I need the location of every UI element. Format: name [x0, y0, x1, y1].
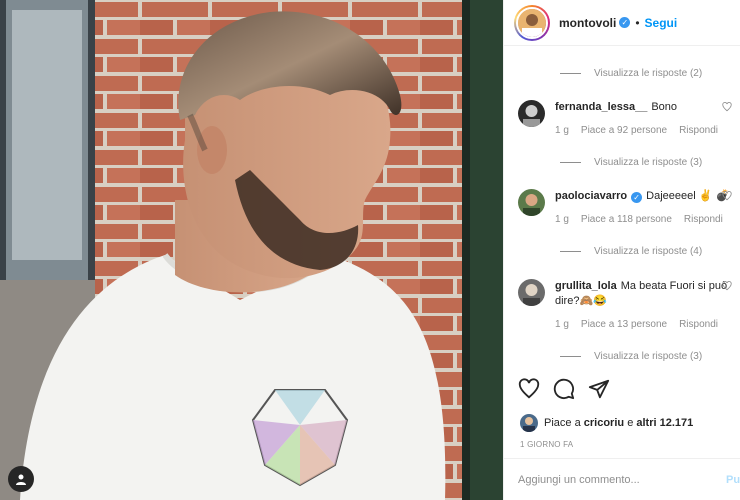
comment-username[interactable]: grullita_lola	[555, 280, 617, 292]
add-comment-bar: Pubblica	[504, 458, 740, 500]
comments-list: Visualizza le risposte (2) fernanda_less…	[504, 46, 740, 368]
comment-username[interactable]: fernanda_lessa__	[555, 101, 647, 113]
author-avatar[interactable]	[514, 4, 550, 41]
liker-avatar[interactable]	[520, 414, 538, 432]
comment-likes[interactable]: Piace a 118 persone	[581, 212, 672, 227]
view-replies-link[interactable]: Visualizza le risposte (3)	[560, 157, 702, 168]
comment-time[interactable]: 1 g	[555, 317, 569, 332]
post-sidebar: montovoli ✓ • Segui Visualizza le rispos…	[503, 0, 740, 500]
comment-icon[interactable]	[553, 378, 575, 400]
comment-input[interactable]	[518, 473, 726, 486]
verified-badge-icon: ✓	[631, 192, 643, 203]
likes-prefix: Piace a	[544, 417, 581, 429]
reply-button[interactable]: Rispondi	[679, 123, 718, 138]
follow-button[interactable]: Segui	[645, 16, 678, 30]
reply-button[interactable]: Rispondi	[679, 317, 718, 332]
comment-item: fernanda_lessa__ Bono 1 g Piace a 92 perso…	[518, 100, 734, 138]
commenter-avatar[interactable]	[518, 100, 545, 127]
post-header: montovoli ✓ • Segui	[504, 0, 740, 46]
view-replies-link[interactable]: Visualizza le risposte (3)	[560, 351, 702, 362]
comment-like-heart-icon[interactable]	[722, 191, 732, 201]
likes-others-count[interactable]: altri 12.171	[636, 417, 693, 429]
post-actions	[518, 378, 610, 400]
share-icon[interactable]	[588, 378, 610, 400]
comment-time[interactable]: 1 g	[555, 123, 569, 138]
commenter-avatar[interactable]	[518, 279, 545, 306]
comment-time[interactable]: 1 g	[555, 212, 569, 227]
comment-username[interactable]: paolociavarro	[555, 190, 627, 202]
comment-item: grullita_lola Ma beata Fuori si può dire?…	[518, 279, 734, 332]
likes-middle: e	[627, 417, 634, 429]
comment-text: Bono	[651, 101, 678, 113]
view-replies-link[interactable]: Visualizza le risposte (4)	[560, 246, 702, 257]
verified-badge-icon: ✓	[619, 17, 631, 28]
post-photo[interactable]	[0, 0, 503, 500]
view-replies-link[interactable]: Visualizza le risposte (2)	[560, 68, 702, 79]
likes-summary: Piace a cricoriu e altri 12.171	[520, 414, 693, 432]
comment-likes[interactable]: Piace a 13 persone	[581, 317, 667, 332]
reply-button[interactable]: Rispondi	[684, 212, 723, 227]
comment-text: Dajeeeeel ✌️ 💣	[646, 190, 730, 202]
liker-username[interactable]: cricoriu	[584, 417, 624, 429]
comment-item: paolociavarro ✓ Dajeeeeel ✌️ 💣 1 g Piace a …	[518, 189, 734, 227]
post-comment-button[interactable]: Pubblica	[726, 474, 740, 486]
post-date[interactable]: 1 GIORNO FA	[520, 440, 573, 449]
user-tag-icon[interactable]	[8, 466, 34, 492]
comment-like-heart-icon[interactable]	[722, 281, 732, 291]
heart-icon[interactable]	[518, 378, 540, 400]
comment-likes[interactable]: Piace a 92 persone	[581, 123, 667, 138]
commenter-avatar[interactable]	[518, 189, 545, 216]
author-username[interactable]: montovoli	[559, 16, 616, 30]
comment-like-heart-icon[interactable]	[722, 102, 732, 112]
post-image	[0, 0, 503, 500]
separator-dot: •	[635, 15, 640, 30]
